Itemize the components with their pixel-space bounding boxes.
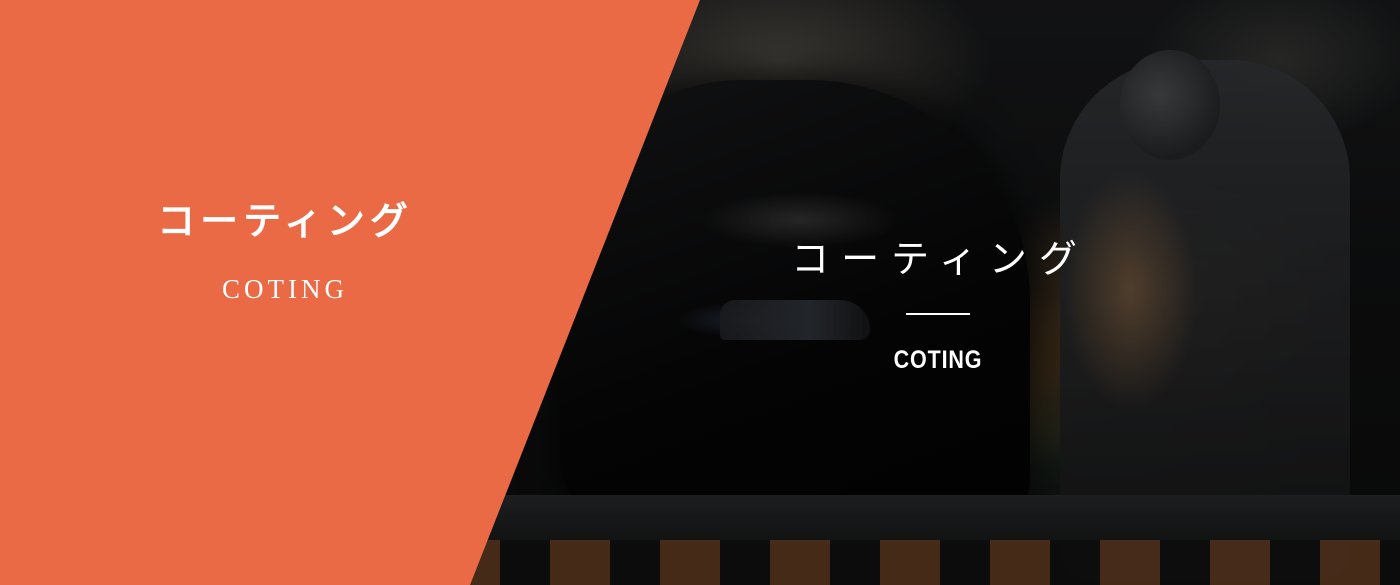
hero-banner: コーティング COTING コーティング COTING	[0, 0, 1400, 585]
photo-subtitle: COTING	[893, 346, 983, 374]
photo-title: コーティング	[791, 237, 1089, 281]
panel-title: コーティング	[157, 199, 413, 243]
panel-subtitle: COTING	[222, 274, 348, 304]
title-divider	[906, 313, 970, 315]
